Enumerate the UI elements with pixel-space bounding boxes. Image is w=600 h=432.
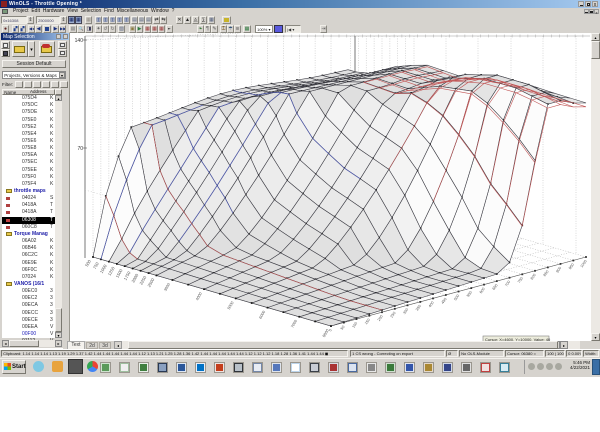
svg-text:70: 70 — [77, 146, 83, 152]
svg-text:140: 140 — [75, 38, 84, 44]
